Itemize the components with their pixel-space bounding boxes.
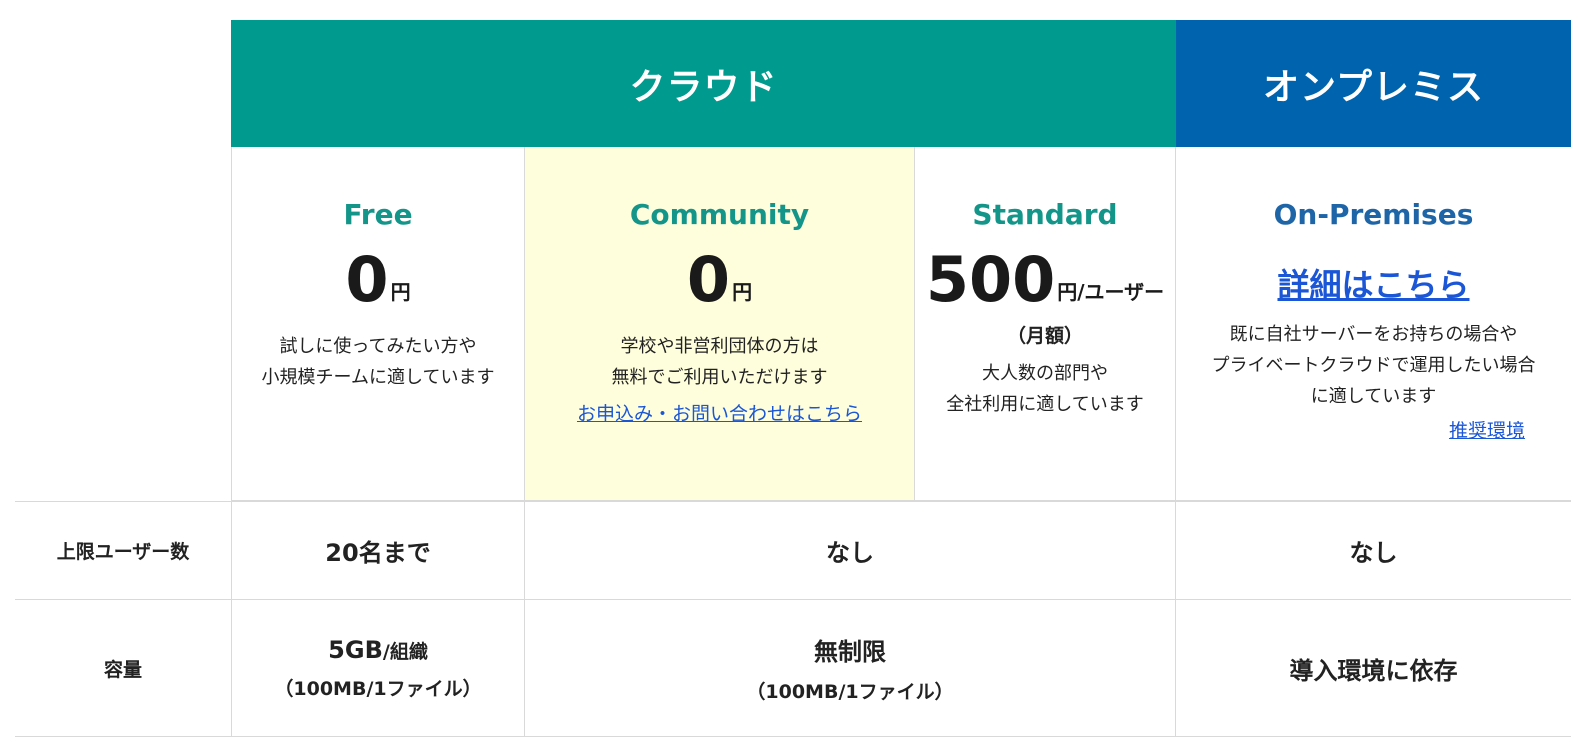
user-limit-onprem-value: なし [1349,538,1398,567]
user-limit-onprem: なし [1176,501,1571,600]
capacity-free-value: 5GB [328,635,383,664]
plan-free-description: 試しに使ってみたい方や 小規模チームに適しています [262,331,495,393]
plan-community-price: 0 円 [687,247,752,311]
capacity-free-main: 5GB/組織 [328,636,428,664]
plan-free-price: 0 円 [345,247,410,311]
capacity-free: 5GB/組織 （100MB/1ファイル） [231,600,525,737]
plan-onprem-description: 既に自社サーバーをお持ちの場合や プライベートクラウドで運用したい場合 に適して… [1212,319,1536,412]
plan-onprem-desc-line: プライベートクラウドで運用したい場合 [1211,355,1536,376]
plan-standard-price-value: 500 [925,243,1056,316]
plan-standard-price: 500 円/ユーザー [926,247,1164,311]
capacity-free-unit: /組織 [382,640,428,663]
plan-standard-name: Standard [972,198,1118,231]
user-limit-free-value: 20名まで [325,538,431,567]
plan-community-name: Community [629,198,810,231]
plan-standard-price-unit: 円/ユーザー [1057,280,1165,304]
plan-onprem-desc-line: 既に自社サーバーをお持ちの場合や [1229,324,1518,345]
plan-standard-desc-line: 大人数の部門や [982,363,1108,384]
plan-community-price-value: 0 [686,243,731,316]
capacity-free-file-limit: （100MB/1ファイル） [274,677,482,700]
capacity-cloud: 無制限 （100MB/1ファイル） [525,600,1176,737]
community-apply-link[interactable]: お申込み・お問い合わせはこちら [577,399,862,426]
plan-community-description: 学校や非営利団体の方は 無料でご利用いただけます [612,331,828,393]
row-label-capacity: 容量 [15,600,231,737]
cloud-header: クラウド [231,20,1176,147]
plan-free-price-unit: 円 [390,280,411,304]
row-label-user-limit: 上限ユーザー数 [15,501,231,600]
plan-free-desc-line: 試しに使ってみたい方や [279,336,477,357]
plan-free: Free 0 円 試しに使ってみたい方や 小規模チームに適しています [231,147,525,501]
plan-standard-description: 大人数の部門や 全社利用に適しています [946,358,1143,420]
capacity-onprem: 導入環境に依存 [1176,600,1571,737]
plan-standard: Standard 500 円/ユーザー （月額） 大人数の部門や 全社利用に適し… [915,147,1176,501]
user-limit-free: 20名まで [231,501,525,600]
plan-community: Community 0 円 学校や非営利団体の方は 無料でご利用いただけます お… [525,147,915,501]
onprem-detail-link[interactable]: 詳細はこちら [1277,263,1469,307]
plan-community-price-unit: 円 [732,280,753,304]
plan-community-desc-line: 無料でご利用いただけます [611,367,828,388]
plan-onprem-desc-line: に適しています [1310,386,1437,407]
recommended-environment-link[interactable]: 推奨環境 [1449,416,1525,443]
capacity-cloud-file-limit: （100MB/1ファイル） [746,681,954,703]
plan-onprem: On-Premises 詳細はこちら 既に自社サーバーをお持ちの場合や プライベ… [1176,147,1571,501]
capacity-cloud-value: 無制限 [814,638,886,666]
plan-free-price-value: 0 [345,243,389,316]
plan-community-desc-line: 学校や非営利団体の方は [620,336,819,357]
plan-standard-billing-note: （月額） [1006,325,1083,347]
plan-onprem-name: On-Premises [1273,198,1474,231]
plan-standard-desc-line: 全社利用に適しています [946,394,1144,415]
cloud-header-title: クラウド [629,66,778,108]
user-limit-cloud: なし [525,501,1176,600]
onprem-header-title: オンプレミス [1263,66,1484,108]
onprem-header: オンプレミス [1176,20,1571,147]
user-limit-cloud-value: なし [826,538,874,567]
plan-free-desc-line: 小規模チームに適しています [261,367,495,388]
capacity-onprem-value: 導入環境に依存 [1289,656,1458,685]
plan-free-name: Free [343,198,413,231]
